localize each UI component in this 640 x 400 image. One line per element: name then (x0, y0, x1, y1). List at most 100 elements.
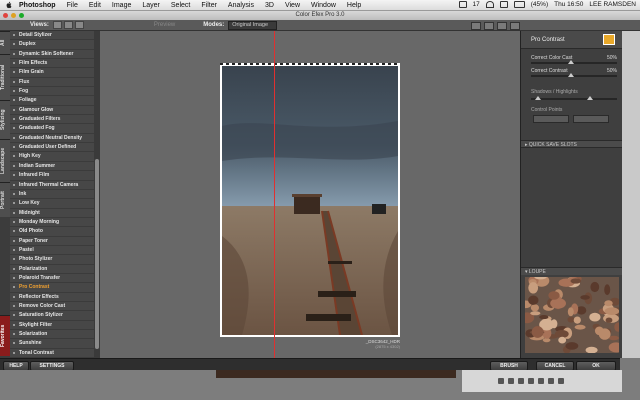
close-window-icon[interactable] (3, 12, 8, 18)
hand-tool-icon[interactable] (471, 22, 481, 30)
slider-knob[interactable] (568, 60, 574, 64)
menu-window[interactable]: Window (311, 2, 336, 9)
filter-item[interactable]: Pastel (10, 246, 94, 256)
shadows-highlights-slider[interactable] (521, 95, 623, 104)
filter-item[interactable]: Film Effects (10, 59, 94, 69)
battery-icon[interactable] (513, 1, 525, 8)
loupe-preview[interactable] (525, 277, 619, 353)
menu-3d[interactable]: 3D (265, 2, 274, 9)
filter-item[interactable]: Remove Color Cast (10, 302, 94, 312)
filter-item[interactable]: Infrared Thermal Camera (10, 181, 94, 190)
slider-track[interactable] (531, 98, 617, 100)
tab-landscape[interactable]: Landscape (0, 139, 10, 182)
menu-analysis[interactable]: Analysis (228, 2, 254, 9)
window-titlebar[interactable]: Color Efex Pro 3.0 (0, 11, 640, 20)
mask-icon[interactable] (518, 378, 524, 384)
filter-item[interactable]: Detail Stylizer (10, 31, 94, 41)
slider-track[interactable] (531, 62, 617, 64)
side-by-side-view-button[interactable] (74, 21, 84, 29)
tab-all[interactable]: All (0, 31, 10, 54)
filter-item[interactable]: Graduated Neutral Density (10, 134, 94, 144)
filter-item[interactable]: Pro Contrast (10, 283, 94, 293)
folder-icon[interactable] (538, 378, 544, 384)
link-icon[interactable] (498, 378, 504, 384)
filter-item[interactable]: Saturation Stylizer (10, 311, 94, 321)
menu-filter[interactable]: Filter (201, 2, 217, 9)
menu-edit[interactable]: Edit (89, 2, 101, 9)
filter-item[interactable]: Film Grain (10, 68, 94, 78)
filter-item[interactable]: Graduated Filters (10, 115, 94, 125)
menu-app-name[interactable]: Photoshop (19, 2, 56, 9)
menu-help[interactable]: Help (347, 2, 361, 9)
add-control-point-button[interactable] (533, 115, 569, 123)
wifi-icon[interactable] (485, 1, 494, 8)
filter-item[interactable]: Monday Morning (10, 218, 94, 228)
slider-knob[interactable] (568, 73, 574, 77)
menu-file[interactable]: File (67, 2, 78, 9)
zoom-tool-icon[interactable] (484, 22, 494, 30)
filter-item[interactable]: Midnight (10, 209, 94, 218)
new-layer-icon[interactable] (548, 378, 554, 384)
filter-item[interactable]: Solarization (10, 330, 94, 340)
tab-favorites[interactable]: Favorites (0, 315, 10, 356)
filter-item[interactable]: Indian Summer (10, 162, 94, 172)
tab-traditional[interactable]: Traditional (0, 54, 10, 100)
filter-item[interactable]: High Key (10, 152, 94, 162)
shadows-highlights-label[interactable]: Shadows / Highlights (521, 86, 623, 95)
filter-item[interactable]: Fog (10, 87, 94, 97)
filter-item[interactable]: Ink (10, 190, 94, 200)
filter-item[interactable]: Glamour Glow (10, 106, 94, 116)
notification-icon[interactable] (458, 1, 467, 8)
fit-view-icon[interactable] (497, 22, 507, 30)
menu-select[interactable]: Select (171, 2, 190, 9)
filter-item[interactable]: Tonal Contrast (10, 349, 94, 358)
filter-item[interactable]: Paper Toner (10, 237, 94, 246)
correct-contrast-slider[interactable]: Correct Contrast 50% (521, 67, 623, 80)
trash-icon[interactable] (558, 378, 564, 384)
slider-track[interactable] (531, 75, 617, 77)
split-preview-line[interactable] (274, 31, 275, 358)
volume-icon[interactable] (499, 1, 508, 8)
loupe-header[interactable]: ▾ LOUPE (521, 267, 623, 275)
fx-icon[interactable] (508, 378, 514, 384)
zoom-window-icon[interactable] (19, 12, 24, 18)
filter-item[interactable]: Graduated Fog (10, 124, 94, 134)
quick-save-slots-header[interactable]: ▸ QUICK SAVE SLOTS (521, 140, 623, 148)
filter-item[interactable]: Low Key (10, 199, 94, 209)
fullscreen-icon[interactable] (510, 22, 520, 30)
shadows-knob[interactable] (535, 96, 541, 100)
preview-toggle[interactable]: Preview (154, 22, 175, 28)
menu-layer[interactable]: Layer (142, 2, 160, 9)
filter-item[interactable]: Infrared Film (10, 171, 94, 181)
tab-portrait[interactable]: Portrait (0, 182, 10, 217)
filter-item[interactable]: Old Photo (10, 227, 94, 237)
tab-stylizing[interactable]: Stylizing (0, 100, 10, 139)
filter-item[interactable]: Graduated User Defined (10, 143, 94, 153)
menu-image[interactable]: Image (112, 2, 131, 9)
filter-item[interactable]: Polarization (10, 265, 94, 274)
filter-list-scroll-thumb[interactable] (95, 159, 99, 349)
filter-item[interactable]: Reflector Effects (10, 293, 94, 302)
filter-header[interactable]: Pro Contrast (521, 31, 623, 49)
filter-item[interactable]: Photo Stylizer (10, 255, 94, 265)
split-view-button[interactable] (63, 21, 73, 29)
minimize-window-icon[interactable] (11, 12, 16, 18)
single-view-button[interactable] (52, 21, 62, 29)
filter-item[interactable]: Duplex (10, 40, 94, 50)
filter-item[interactable]: Polaroid Transfer (10, 274, 94, 284)
correct-color-cast-slider[interactable]: Correct Color Cast 50% (521, 54, 623, 67)
preview-canvas[interactable]: _DSC3642_HDR (2875 x 4302) (100, 31, 520, 358)
clock[interactable]: Thu 16:50 (554, 1, 583, 8)
apple-icon[interactable] (5, 1, 13, 9)
preview-photo[interactable] (222, 66, 398, 335)
filter-item[interactable]: Foliage (10, 96, 94, 106)
menu-view[interactable]: View (285, 2, 300, 9)
filter-item[interactable]: Flux (10, 78, 94, 88)
filter-item[interactable]: Skylight Filter (10, 321, 94, 330)
highlights-knob[interactable] (587, 96, 593, 100)
filter-item[interactable]: Sunshine (10, 339, 94, 349)
filter-item[interactable]: Dynamic Skin Softener (10, 50, 94, 60)
adjustment-icon[interactable] (528, 378, 534, 384)
user-name[interactable]: LEE RAMSDEN (589, 1, 636, 8)
modes-select[interactable]: Original Image (228, 20, 278, 30)
